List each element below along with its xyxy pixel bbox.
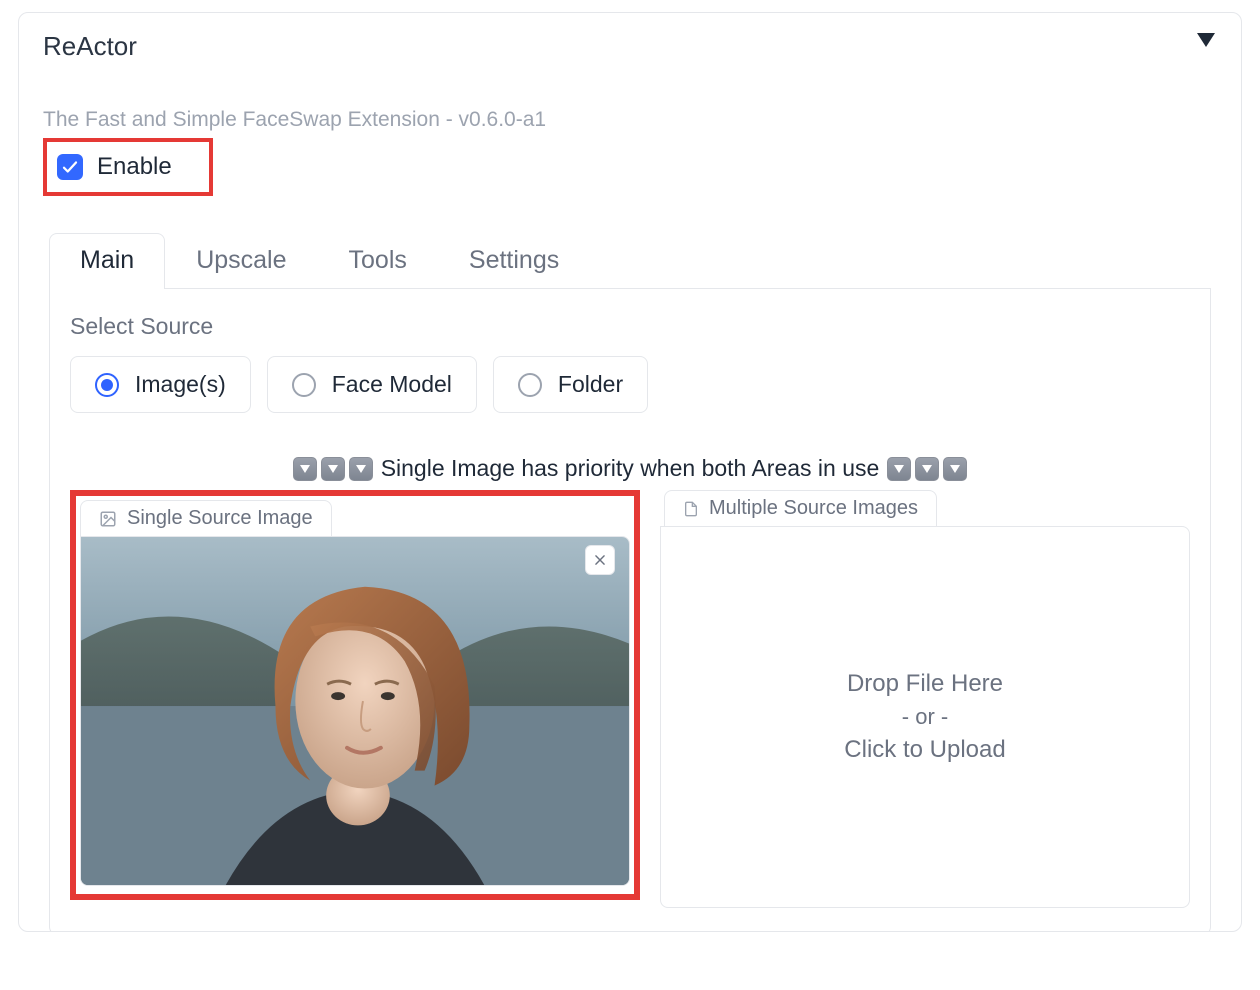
tab-bar: Main Upscale Tools Settings [49, 232, 1211, 289]
radio-icon [95, 373, 119, 397]
multi-source-panel: Multiple Source Images Drop File Here - … [660, 490, 1190, 910]
source-image-thumbnail [81, 537, 629, 885]
radio-icon [518, 373, 542, 397]
radio-label: Image(s) [135, 371, 226, 398]
tab-tools[interactable]: Tools [318, 233, 438, 289]
single-source-tab-label: Single Source Image [127, 507, 313, 530]
multi-source-tab-label: Multiple Source Images [709, 497, 918, 520]
down-triangle-icon [293, 457, 317, 481]
source-option-folder[interactable]: Folder [493, 356, 648, 413]
enable-checkbox[interactable] [57, 154, 83, 180]
select-source-label: Select Source [70, 313, 1190, 340]
reactor-panel: ReActor The Fast and Simple FaceSwap Ext… [18, 12, 1242, 932]
panel-subtitle: The Fast and Simple FaceSwap Extension -… [43, 108, 1217, 132]
priority-text: Single Image has priority when both Area… [381, 455, 880, 482]
tab-upscale[interactable]: Upscale [165, 233, 317, 289]
enable-highlight-region: Enable [43, 138, 213, 196]
collapse-caret-icon[interactable] [1195, 31, 1217, 49]
down-triangle-icon [943, 457, 967, 481]
dropzone-line1: Drop File Here [847, 670, 1003, 698]
triangle-badges-left [293, 457, 373, 481]
enable-label: Enable [97, 153, 172, 181]
tab-content-main: Select Source Image(s) Face Model Folder [49, 289, 1211, 932]
close-icon [593, 553, 607, 567]
file-icon [683, 500, 699, 518]
remove-image-button[interactable] [585, 545, 615, 575]
dropzone-line3: Click to Upload [844, 736, 1005, 764]
down-triangle-icon [349, 457, 373, 481]
down-triangle-icon [321, 457, 345, 481]
down-triangle-icon [887, 457, 911, 481]
triangle-badges-right [887, 457, 967, 481]
multi-source-dropzone[interactable]: Drop File Here - or - Click to Upload [660, 526, 1190, 908]
priority-notice: Single Image has priority when both Area… [70, 455, 1190, 482]
image-icon [99, 510, 117, 528]
source-option-facemodel[interactable]: Face Model [267, 356, 477, 413]
tab-settings[interactable]: Settings [438, 233, 590, 289]
panel-title: ReActor [43, 31, 137, 62]
down-triangle-icon [915, 457, 939, 481]
radio-icon [292, 373, 316, 397]
multi-source-tab[interactable]: Multiple Source Images [664, 490, 937, 526]
source-radio-row: Image(s) Face Model Folder [70, 356, 1190, 413]
source-option-images[interactable]: Image(s) [70, 356, 251, 413]
dropzone-line2: - or - [902, 704, 948, 730]
single-source-image-box[interactable] [80, 536, 630, 886]
single-source-tab[interactable]: Single Source Image [80, 500, 332, 536]
tab-main[interactable]: Main [49, 233, 165, 289]
single-source-highlight-region: Single Source Image [70, 490, 640, 900]
radio-label: Face Model [332, 371, 452, 398]
radio-label: Folder [558, 371, 623, 398]
